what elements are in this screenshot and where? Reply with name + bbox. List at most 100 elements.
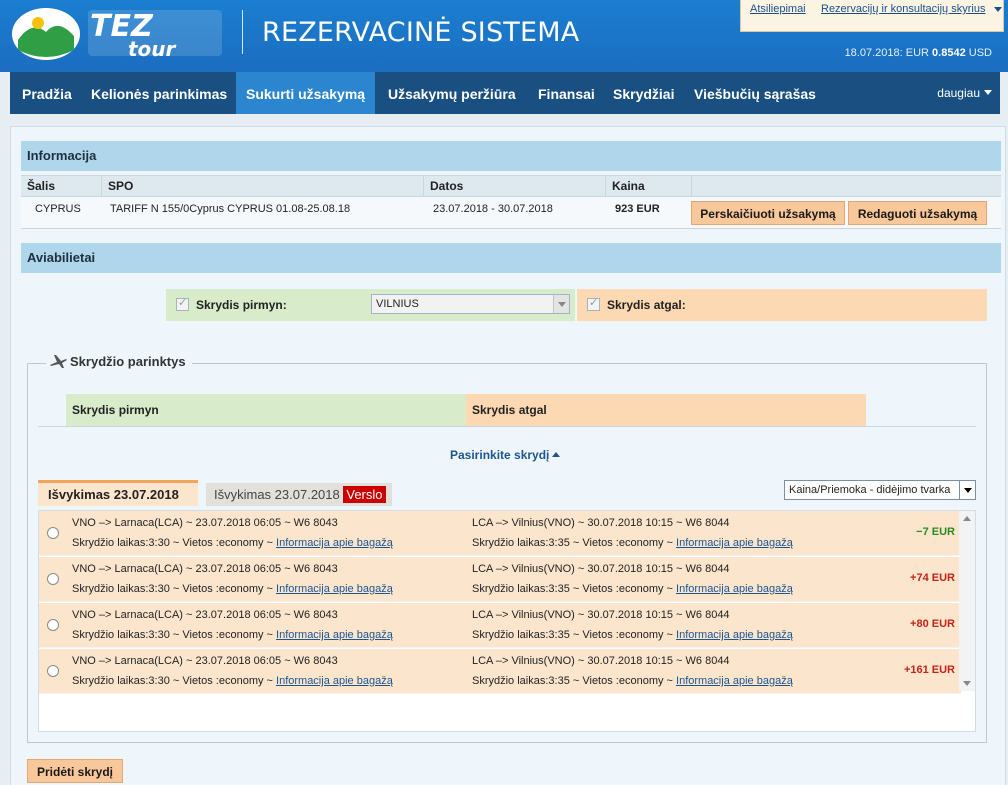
flight-radio[interactable] bbox=[47, 619, 59, 631]
nav-item-home[interactable]: Pradžia bbox=[12, 72, 82, 114]
baggage-info-link[interactable]: Informacija apie bagažą bbox=[676, 537, 793, 549]
baggage-info-link[interactable]: Informacija apie bagažą bbox=[676, 629, 793, 641]
nav-item-create-order[interactable]: Sukurti užsakymą bbox=[236, 72, 376, 114]
outbound-details: Skrydžio laikas:3:30 ~ Vietos :economy ~… bbox=[72, 583, 393, 595]
return-route: LCA –> Vilnius(VNO) ~ 30.07.2018 10:15 ~… bbox=[472, 609, 730, 621]
return-flight-box: Skrydis atgal: bbox=[577, 289, 987, 321]
baggage-info-link[interactable]: Informacija apie bagažą bbox=[276, 675, 393, 687]
exchange-rate: 18.07.2018: EUR 0.8542 USD bbox=[845, 47, 992, 59]
nav-item-trip-search[interactable]: Kelionės parinkimas bbox=[81, 72, 237, 114]
nav-item-hotels[interactable]: Viešbučių sąrašas bbox=[684, 72, 826, 114]
return-details-text: Skrydžio laikas:3:35 ~ Vietos :economy ~ bbox=[472, 629, 677, 641]
chevron-down-icon bbox=[984, 90, 992, 95]
selected-flights-summary: Skrydis pirmyn Skrydis atgal bbox=[66, 394, 866, 426]
flight-row[interactable]: VNO –> Larnaca(LCA) ~ 23.07.2018 06:05 ~… bbox=[39, 649, 961, 694]
content-area: Informacija Šalis SPO Datos Kaina CYPRUS… bbox=[10, 126, 1006, 785]
department-dropdown[interactable]: Rezervacijų ir konsultacijų skyrius bbox=[821, 3, 985, 15]
return-details-text: Skrydžio laikas:3:35 ~ Vietos :economy ~ bbox=[472, 537, 677, 549]
return-checkbox[interactable] bbox=[587, 296, 600, 311]
return-details-text: Skrydžio laikas:3:35 ~ Vietos :economy ~ bbox=[472, 583, 677, 595]
outbound-checkbox[interactable] bbox=[176, 296, 189, 311]
add-flight-button[interactable]: Pridėti skrydį bbox=[27, 759, 123, 783]
outbound-flight-box: Skrydis pirmyn: VILNIUS bbox=[166, 289, 575, 321]
col-spo: SPO bbox=[101, 176, 423, 197]
return-details: Skrydžio laikas:3:35 ~ Vietos :economy ~… bbox=[472, 629, 793, 641]
outbound-details-text: Skrydžio laikas:3:30 ~ Vietos :economy ~ bbox=[72, 537, 277, 549]
flight-options-fieldset: Skrydžio parinktys Skrydis pirmyn Skrydi… bbox=[27, 354, 987, 743]
outbound-details-text: Skrydžio laikas:3:30 ~ Vietos :economy ~ bbox=[72, 583, 277, 595]
chevron-up-icon bbox=[552, 452, 561, 457]
chevron-down-icon bbox=[553, 295, 569, 313]
flight-row[interactable]: VNO –> Larnaca(LCA) ~ 23.07.2018 06:05 ~… bbox=[39, 511, 961, 556]
flight-options-legend: Skrydžio parinktys bbox=[46, 354, 192, 369]
outbound-details: Skrydžio laikas:3:30 ~ Vietos :economy ~… bbox=[72, 537, 393, 549]
flight-row[interactable]: VNO –> Larnaca(LCA) ~ 23.07.2018 06:05 ~… bbox=[39, 603, 961, 648]
price-difference: −7 EUR bbox=[916, 526, 955, 538]
rate-date: 18.07.2018: bbox=[844, 47, 903, 59]
info-section-title: Informacija bbox=[21, 141, 1001, 171]
nav-more-dropdown[interactable]: daugiau bbox=[937, 72, 992, 114]
flight-radio[interactable] bbox=[47, 573, 59, 585]
outbound-city-value: VILNIUS bbox=[376, 298, 419, 310]
return-label: Skrydis atgal: bbox=[607, 298, 686, 312]
outbound-route: VNO –> Larnaca(LCA) ~ 23.07.2018 06:05 ~… bbox=[72, 517, 338, 529]
outbound-details: Skrydžio laikas:3:30 ~ Vietos :economy ~… bbox=[72, 675, 393, 687]
nav-item-orders-view[interactable]: Užsakymų peržiūra bbox=[378, 72, 526, 114]
business-badge: Verslo bbox=[343, 486, 386, 503]
summary-outbound: Skrydis pirmyn bbox=[66, 394, 466, 426]
return-route: LCA –> Vilnius(VNO) ~ 30.07.2018 10:15 ~… bbox=[472, 517, 730, 529]
return-details-text: Skrydžio laikas:3:35 ~ Vietos :economy ~ bbox=[472, 675, 677, 687]
nav-item-flights[interactable]: Skrydžiai bbox=[603, 72, 684, 114]
outbound-details-text: Skrydžio laikas:3:30 ~ Vietos :economy ~ bbox=[72, 629, 277, 641]
col-price: Kaina bbox=[605, 176, 691, 197]
baggage-info-link[interactable]: Informacija apie bagažą bbox=[276, 537, 393, 549]
nav-item-finances[interactable]: Finansai bbox=[528, 72, 605, 114]
flight-radio[interactable] bbox=[47, 527, 59, 539]
cell-country: CYPRUS bbox=[35, 203, 81, 215]
tez-tour-logo[interactable]: TEZ tour bbox=[10, 6, 225, 62]
tab-departure-economy[interactable]: Išvykimas 23.07.2018 bbox=[38, 480, 198, 506]
cell-dates: 23.07.2018 - 30.07.2018 bbox=[433, 203, 553, 215]
price-difference: +74 EUR bbox=[910, 572, 955, 584]
header: TEZ tour REZERVACINĖ SISTEMA Atsiliepima… bbox=[0, 0, 1008, 72]
feedback-link[interactable]: Atsiliepimai bbox=[750, 3, 806, 15]
flight-options-title: Skrydžio parinktys bbox=[70, 354, 186, 369]
flight-radio[interactable] bbox=[47, 665, 59, 677]
rate-value: 0.8542 bbox=[932, 47, 966, 59]
sort-select[interactable]: Kaina/Priemoka - didėjimo tvarka bbox=[784, 480, 976, 500]
choose-flight-toggle[interactable]: Pasirinkite skrydį bbox=[450, 448, 561, 462]
plane-icon bbox=[50, 355, 67, 368]
baggage-info-link[interactable]: Informacija apie bagažą bbox=[276, 583, 393, 595]
recalculate-order-button[interactable]: Perskaičiuoti užsakymą bbox=[691, 201, 845, 225]
return-route: LCA –> Vilnius(VNO) ~ 30.07.2018 10:15 ~… bbox=[472, 655, 730, 667]
price-difference: +80 EUR bbox=[910, 618, 955, 630]
outbound-city-select[interactable]: VILNIUS bbox=[371, 294, 570, 314]
col-country: Šalis bbox=[27, 179, 56, 193]
system-title: REZERVACINĖ SISTEMA bbox=[262, 17, 580, 48]
outbound-label: Skrydis pirmyn: bbox=[196, 298, 287, 312]
return-route: LCA –> Vilnius(VNO) ~ 30.07.2018 10:15 ~… bbox=[472, 563, 730, 575]
divider bbox=[38, 426, 976, 427]
outbound-route: VNO –> Larnaca(LCA) ~ 23.07.2018 06:05 ~… bbox=[72, 563, 338, 575]
edit-order-button[interactable]: Redaguoti užsakymą bbox=[848, 201, 987, 225]
outbound-route: VNO –> Larnaca(LCA) ~ 23.07.2018 06:05 ~… bbox=[72, 609, 338, 621]
scroll-down-icon[interactable] bbox=[963, 681, 971, 686]
info-table-row: CYPRUS TARIFF N 155/0Cyprus CYPRUS 01.08… bbox=[21, 197, 1001, 229]
chevron-down-icon[interactable] bbox=[994, 7, 1002, 12]
rate-label: EUR bbox=[905, 47, 929, 59]
flight-results-list: VNO –> Larnaca(LCA) ~ 23.07.2018 06:05 ~… bbox=[38, 510, 976, 732]
info-table-header: Šalis SPO Datos Kaina bbox=[21, 175, 1001, 197]
tab-departure-business[interactable]: Išvykimas 23.07.2018 Verslo bbox=[206, 483, 392, 506]
baggage-info-link[interactable]: Informacija apie bagažą bbox=[276, 629, 393, 641]
results-scrollbar[interactable] bbox=[959, 511, 975, 691]
baggage-info-link[interactable]: Informacija apie bagažą bbox=[676, 583, 793, 595]
flight-row[interactable]: VNO –> Larnaca(LCA) ~ 23.07.2018 06:05 ~… bbox=[39, 557, 961, 602]
choose-flight-label: Pasirinkite skrydį bbox=[450, 448, 550, 462]
baggage-info-link[interactable]: Informacija apie bagažą bbox=[676, 675, 793, 687]
scroll-up-icon[interactable] bbox=[963, 516, 971, 521]
outbound-details-text: Skrydžio laikas:3:30 ~ Vietos :economy ~ bbox=[72, 675, 277, 687]
main-nav: Pradžia Kelionės parinkimas Sukurti užsa… bbox=[10, 72, 1000, 114]
rate-currency: USD bbox=[968, 47, 992, 59]
return-details: Skrydžio laikas:3:35 ~ Vietos :economy ~… bbox=[472, 583, 793, 595]
avia-body: Skrydis pirmyn: VILNIUS Skrydis atgal: bbox=[21, 273, 1001, 321]
